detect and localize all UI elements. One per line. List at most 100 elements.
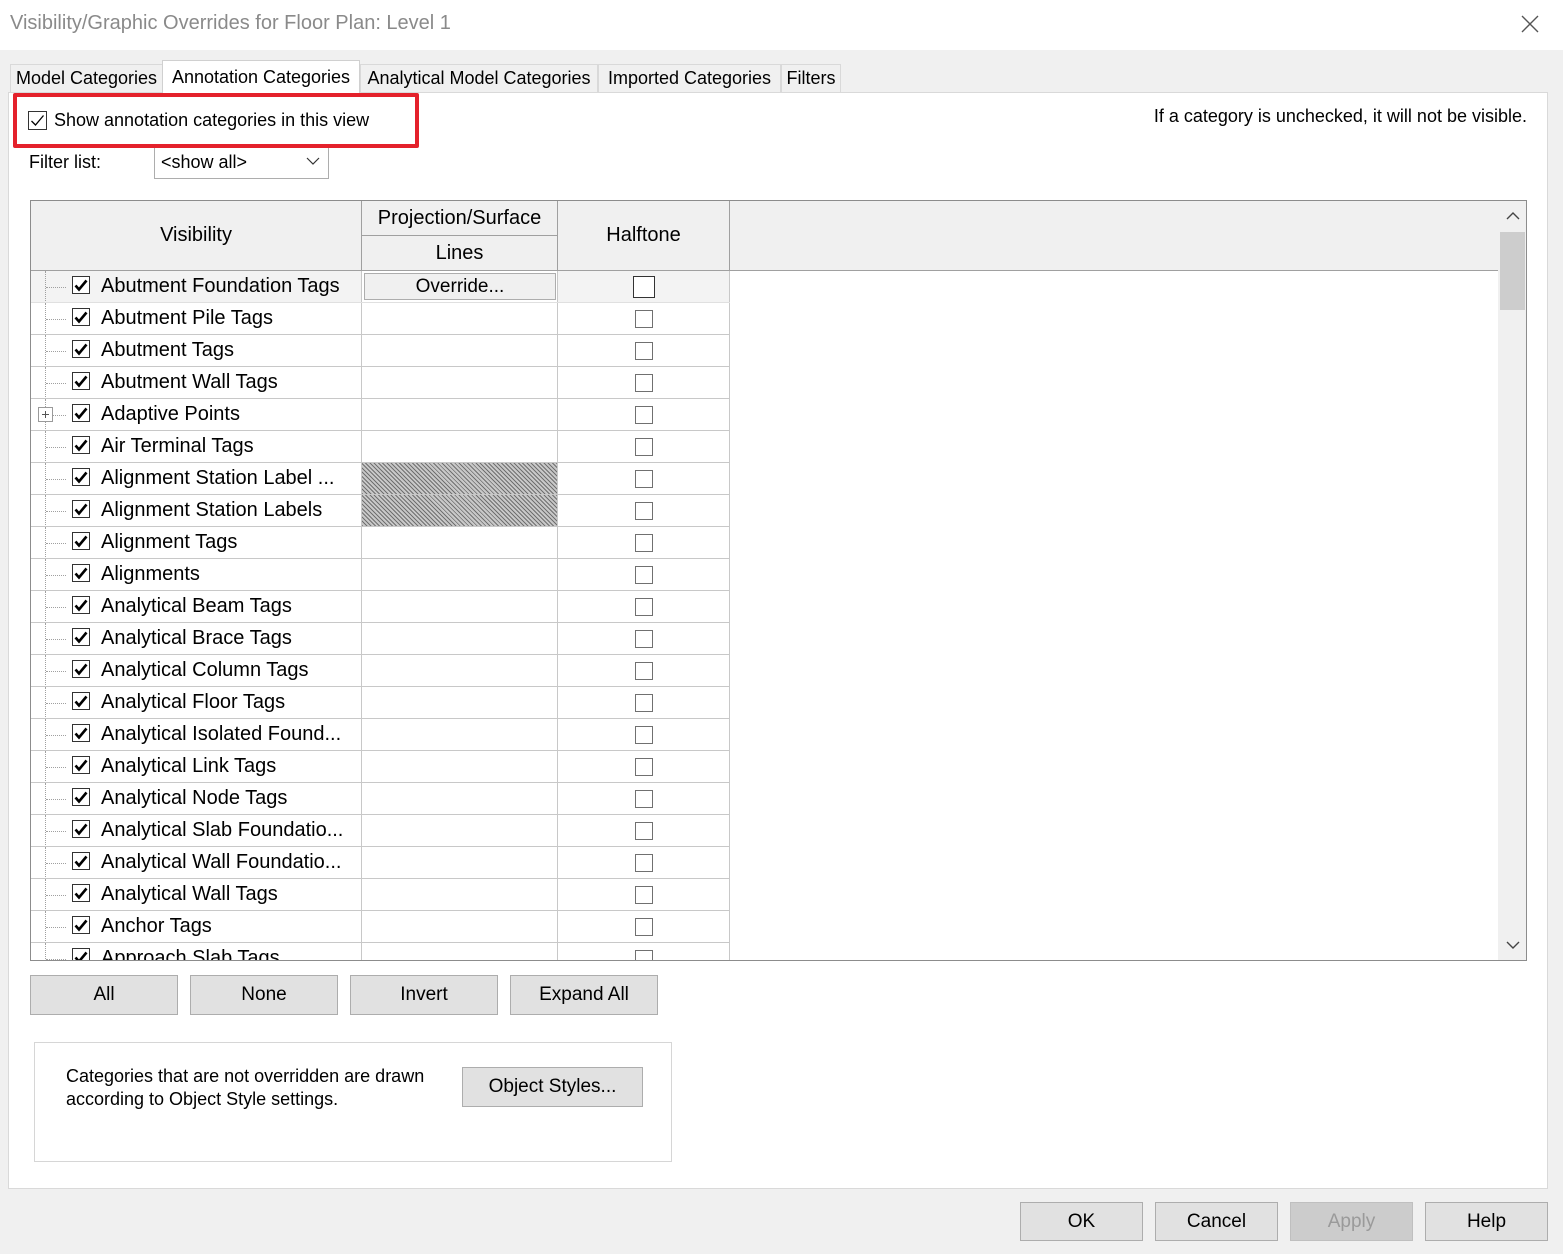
table-row[interactable]: Abutment Tags [31, 335, 730, 367]
invert-button[interactable]: Invert [350, 975, 498, 1015]
override-button[interactable]: Override... [364, 273, 556, 300]
category-cell[interactable]: Analytical Wall Foundatio... [31, 847, 362, 878]
category-cell[interactable]: Approach Slab Tags [31, 943, 362, 960]
halftone-checkbox[interactable] [634, 405, 653, 424]
lines-cell[interactable] [362, 559, 558, 590]
scroll-up-button[interactable] [1498, 201, 1526, 231]
category-cell[interactable]: Abutment Wall Tags [31, 367, 362, 398]
category-cell[interactable]: Analytical Slab Foundatio... [31, 815, 362, 846]
halftone-checkbox[interactable] [634, 885, 653, 904]
table-row[interactable]: Abutment Foundation Tags Override... [31, 271, 730, 303]
halftone-checkbox[interactable] [632, 275, 655, 298]
halftone-checkbox[interactable] [634, 757, 653, 776]
table-row[interactable]: Analytical Wall Tags [31, 879, 730, 911]
none-button[interactable]: None [190, 975, 338, 1015]
visibility-checkbox[interactable] [72, 948, 90, 960]
halftone-checkbox[interactable] [634, 597, 653, 616]
table-row[interactable]: Analytical Wall Foundatio... [31, 847, 730, 879]
category-cell[interactable]: Abutment Tags [31, 335, 362, 366]
visibility-checkbox[interactable] [72, 820, 90, 838]
object-styles-button[interactable]: Object Styles... [462, 1067, 643, 1107]
column-header-halftone[interactable]: Halftone [558, 201, 730, 271]
filter-list-dropdown[interactable]: <show all> [154, 146, 329, 179]
table-row[interactable]: Abutment Wall Tags [31, 367, 730, 399]
category-cell[interactable]: Abutment Pile Tags [31, 303, 362, 334]
category-cell[interactable]: Analytical Link Tags [31, 751, 362, 782]
visibility-checkbox[interactable] [72, 596, 90, 614]
table-row[interactable]: Anchor Tags [31, 911, 730, 943]
category-cell[interactable]: Alignment Station Labels [31, 495, 362, 526]
visibility-checkbox[interactable] [72, 340, 90, 358]
visibility-checkbox[interactable] [72, 564, 90, 582]
category-cell[interactable]: Analytical Floor Tags [31, 687, 362, 718]
category-cell[interactable]: Analytical Wall Tags [31, 879, 362, 910]
table-row[interactable]: Air Terminal Tags [31, 431, 730, 463]
lines-cell[interactable] [362, 303, 558, 334]
close-button[interactable] [1508, 6, 1552, 42]
visibility-checkbox[interactable] [72, 756, 90, 774]
table-row[interactable]: Analytical Beam Tags [31, 591, 730, 623]
all-button[interactable]: All [30, 975, 178, 1015]
halftone-checkbox[interactable] [634, 629, 653, 648]
ok-button[interactable]: OK [1020, 1202, 1143, 1241]
category-cell[interactable]: Air Terminal Tags [31, 431, 362, 462]
halftone-checkbox[interactable] [634, 661, 653, 680]
lines-cell[interactable]: Override... [362, 271, 558, 302]
visibility-checkbox[interactable] [72, 372, 90, 390]
lines-cell[interactable] [362, 815, 558, 846]
halftone-checkbox[interactable] [634, 565, 653, 584]
category-cell[interactable]: Abutment Foundation Tags [31, 271, 362, 302]
tab-filters[interactable]: Filters [781, 64, 841, 92]
lines-cell[interactable] [362, 399, 558, 430]
cancel-button[interactable]: Cancel [1155, 1202, 1278, 1241]
lines-cell[interactable] [362, 847, 558, 878]
vertical-scrollbar[interactable] [1498, 201, 1526, 960]
lines-cell[interactable] [362, 879, 558, 910]
lines-cell[interactable] [362, 655, 558, 686]
table-row[interactable]: Analytical Brace Tags [31, 623, 730, 655]
table-row[interactable]: Alignment Station Labels [31, 495, 730, 527]
lines-cell[interactable] [362, 431, 558, 462]
tab-analytical-model-categories[interactable]: Analytical Model Categories [360, 64, 598, 92]
visibility-checkbox[interactable] [72, 724, 90, 742]
halftone-checkbox[interactable] [634, 693, 653, 712]
tab-imported-categories[interactable]: Imported Categories [598, 64, 781, 92]
visibility-checkbox[interactable] [72, 692, 90, 710]
halftone-checkbox[interactable] [634, 725, 653, 744]
visibility-checkbox[interactable] [72, 628, 90, 646]
lines-cell[interactable] [362, 719, 558, 750]
table-row[interactable]: Alignment Tags [31, 527, 730, 559]
table-row[interactable]: Abutment Pile Tags [31, 303, 730, 335]
category-cell[interactable]: Alignment Station Label ... [31, 463, 362, 494]
halftone-checkbox[interactable] [634, 949, 653, 960]
visibility-checkbox[interactable] [72, 660, 90, 678]
scroll-thumb[interactable] [1500, 232, 1525, 310]
visibility-checkbox[interactable] [72, 852, 90, 870]
category-cell[interactable]: Analytical Brace Tags [31, 623, 362, 654]
help-button[interactable]: Help [1425, 1202, 1548, 1241]
halftone-checkbox[interactable] [634, 917, 653, 936]
lines-cell[interactable] [362, 495, 558, 526]
column-header-visibility[interactable]: Visibility [31, 201, 362, 271]
category-cell[interactable]: Alignment Tags [31, 527, 362, 558]
category-cell[interactable]: Analytical Node Tags [31, 783, 362, 814]
expand-all-button[interactable]: Expand All [510, 975, 658, 1015]
visibility-checkbox[interactable] [72, 884, 90, 902]
lines-cell[interactable] [362, 335, 558, 366]
table-row[interactable]: Approach Slab Tags [31, 943, 730, 960]
expand-icon[interactable] [38, 407, 53, 422]
lines-cell[interactable] [362, 623, 558, 654]
lines-cell[interactable] [362, 783, 558, 814]
halftone-checkbox[interactable] [634, 821, 653, 840]
column-header-lines[interactable]: Lines [362, 236, 558, 271]
category-cell[interactable]: Analytical Beam Tags [31, 591, 362, 622]
lines-cell[interactable] [362, 527, 558, 558]
category-cell[interactable]: Adaptive Points [31, 399, 362, 430]
halftone-checkbox[interactable] [634, 533, 653, 552]
table-row[interactable]: Alignment Station Label ... [31, 463, 730, 495]
table-row[interactable]: Analytical Node Tags [31, 783, 730, 815]
category-cell[interactable]: Analytical Column Tags [31, 655, 362, 686]
visibility-checkbox[interactable] [72, 468, 90, 486]
lines-cell[interactable] [362, 943, 558, 960]
scroll-down-button[interactable] [1498, 930, 1526, 960]
